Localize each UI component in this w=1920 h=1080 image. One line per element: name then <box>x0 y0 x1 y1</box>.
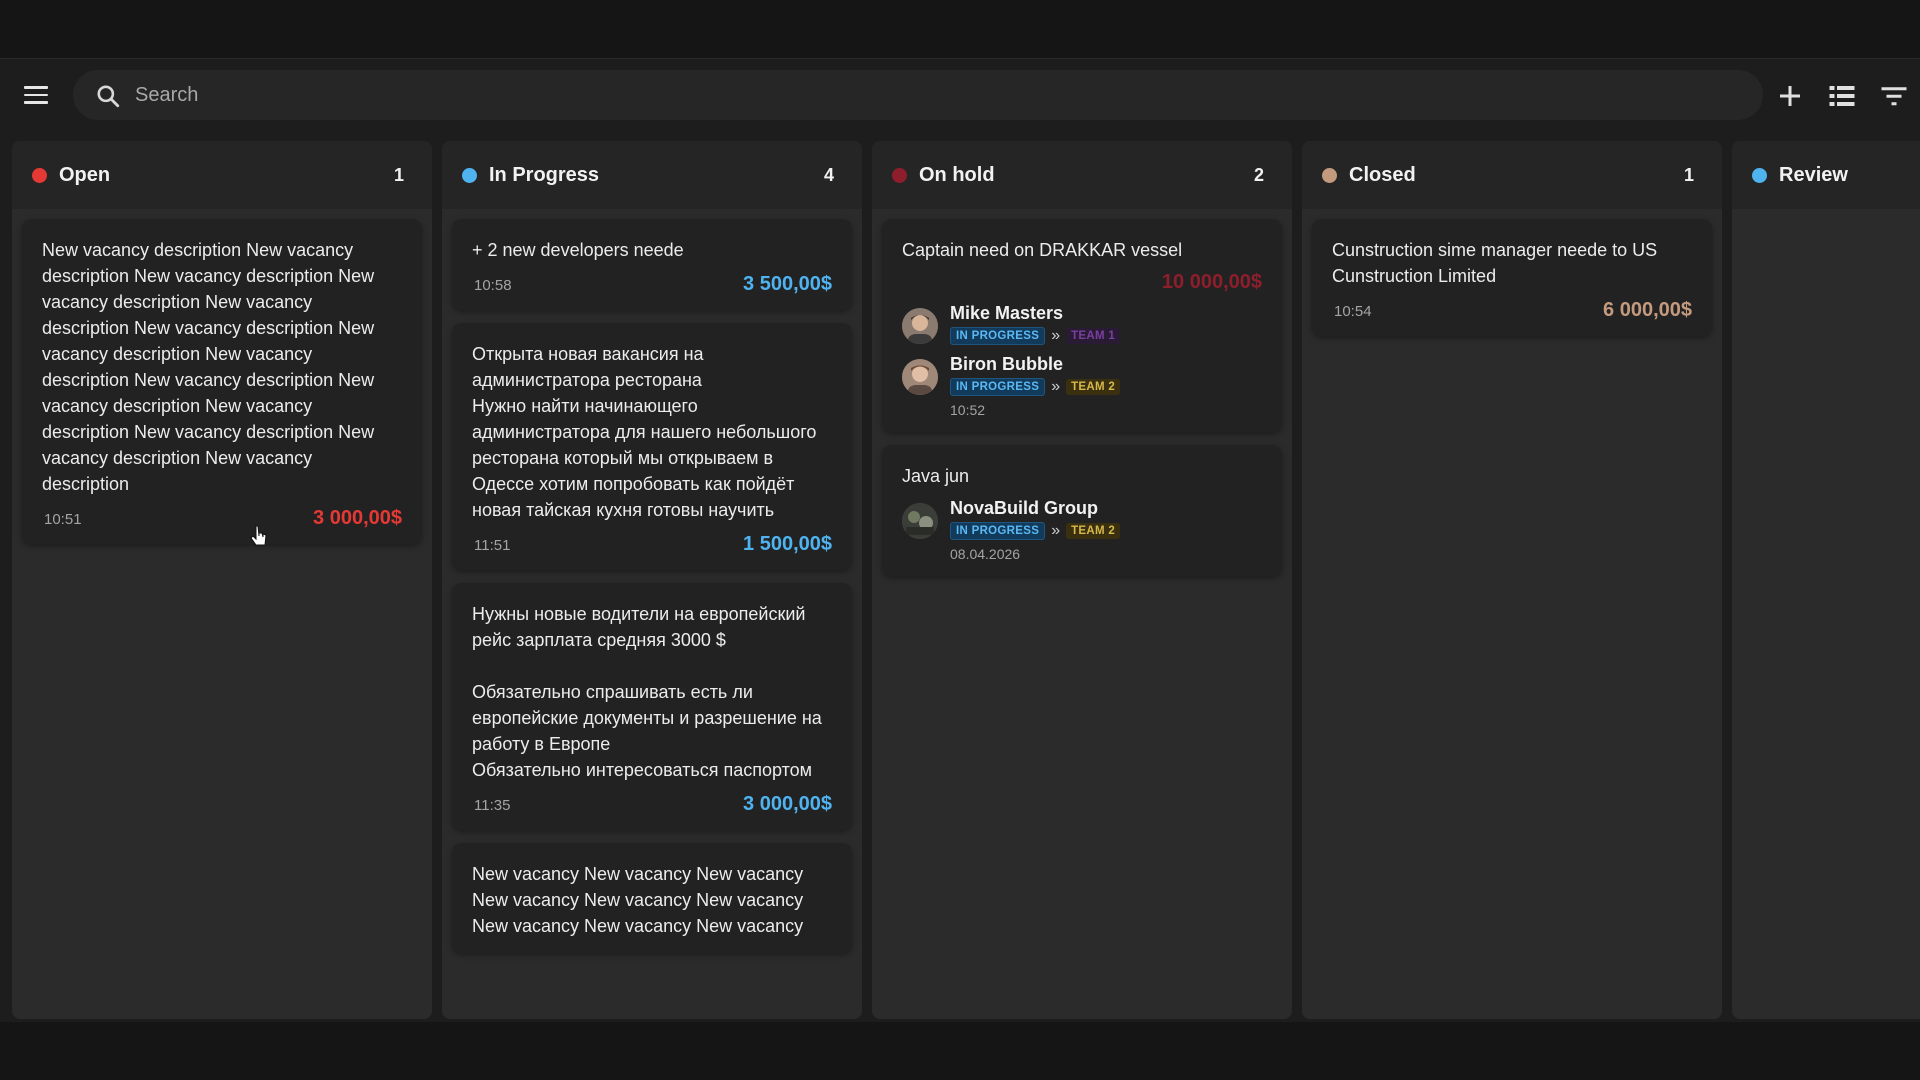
status-badge: IN PROGRESS <box>950 327 1046 345</box>
column-count: 1 <box>393 164 404 185</box>
filter-icon[interactable] <box>1879 81 1909 111</box>
status-badge: IN PROGRESS <box>950 378 1046 396</box>
team-badge: TEAM 2 <box>1066 523 1121 539</box>
column-title: Review <box>1779 163 1848 186</box>
status-badge: IN PROGRESS <box>950 522 1046 540</box>
assignee-name: Mike Masters <box>950 303 1064 323</box>
column-header[interactable]: In Progress 4 <box>442 141 862 209</box>
column-header[interactable]: Review <box>1732 141 1920 209</box>
card-text: Cunstruction sime manager neede to US Cu… <box>1332 240 1658 286</box>
card-time: 10:51 <box>44 511 82 528</box>
status-dot <box>32 167 47 183</box>
vacancy-card[interactable]: New vacancy description New vacancy desc… <box>22 219 422 544</box>
list-view-icon[interactable] <box>1827 81 1857 111</box>
vacancy-card[interactable]: Cunstruction sime manager neede to US Cu… <box>1312 219 1712 336</box>
card-text: New vacancy New vacancy New vacancy New … <box>472 864 804 936</box>
column-title: Closed <box>1349 163 1416 186</box>
column-review: Review <box>1732 141 1920 1019</box>
status-dot <box>462 167 477 183</box>
add-icon[interactable] <box>1775 81 1805 111</box>
column-count: 2 <box>1253 164 1264 185</box>
card-text: Captain need on DRAKKAR vessel <box>902 240 1183 260</box>
status-dot <box>892 167 907 183</box>
column-count: 1 <box>1683 164 1694 185</box>
card-text: + 2 new developers neede <box>472 240 684 260</box>
column-header[interactable]: On hold 2 <box>872 141 1292 209</box>
menu-icon[interactable] <box>18 77 54 113</box>
column-title: Open <box>59 163 111 186</box>
column-header[interactable]: Closed 1 <box>1302 141 1722 209</box>
column-in-progress: In Progress 4 + 2 new developers neede 1… <box>442 141 862 1019</box>
search-icon <box>97 85 120 108</box>
team-badge: TEAM 2 <box>1066 379 1121 395</box>
status-dot <box>1752 167 1767 183</box>
column-title: On hold <box>919 163 995 186</box>
assignee[interactable]: NovaBuild Group IN PROGRESS » TEAM 2 08.… <box>902 497 1262 562</box>
vacancy-card[interactable]: Открыта новая вакансия на администратора… <box>452 323 852 570</box>
avatar <box>902 359 938 395</box>
card-amount: 3 000,00$ <box>743 793 832 815</box>
avatar <box>902 308 938 344</box>
column-title: In Progress <box>489 163 600 186</box>
avatar <box>902 503 938 539</box>
column-open: Open 1 New vacancy description New vacan… <box>12 141 432 1019</box>
assignee-name: NovaBuild Group <box>950 498 1098 518</box>
card-amount: 10 000,00$ <box>1161 271 1262 293</box>
card-time: 10:58 <box>474 277 512 294</box>
search-bar <box>73 70 1763 120</box>
top-bar <box>0 59 1920 131</box>
assignee[interactable]: Biron Bubble IN PROGRESS » TEAM 2 10:52 <box>902 353 1262 418</box>
team-badge: TEAM 1 <box>1066 328 1121 344</box>
chevron-right-icon: » <box>1051 327 1061 344</box>
card-text: Нужны новые водители на европейский рейс… <box>472 604 822 780</box>
card-text: New vacancy description New vacancy desc… <box>42 240 375 494</box>
column-count: 4 <box>823 164 834 185</box>
search-input[interactable] <box>135 70 1735 120</box>
column-on-hold: On hold 2 Captain need on DRAKKAR vessel… <box>872 141 1292 1019</box>
vacancy-card[interactable]: Captain need on DRAKKAR vessel 10 000,00… <box>882 219 1282 432</box>
card-amount: 3 000,00$ <box>313 507 402 529</box>
vacancy-card[interactable]: Java jun NovaBuild Group IN PROGRESS » T… <box>882 445 1282 576</box>
chevron-right-icon: » <box>1051 522 1061 539</box>
card-time: 10:54 <box>1334 303 1372 320</box>
chevron-right-icon: » <box>1051 378 1061 395</box>
app-window: Open 1 New vacancy description New vacan… <box>0 58 1920 1022</box>
card-time: 11:35 <box>474 797 511 814</box>
card-time: 10:52 <box>950 402 986 418</box>
card-time: 11:51 <box>474 537 511 554</box>
card-date: 08.04.2026 <box>950 546 1021 562</box>
vacancy-card[interactable]: New vacancy New vacancy New vacancy New … <box>452 843 852 953</box>
assignee[interactable]: Mike Masters IN PROGRESS » TEAM 1 <box>902 302 1262 345</box>
column-header[interactable]: Open 1 <box>12 141 432 209</box>
card-text: Открыта новая вакансия на администратора… <box>472 344 817 520</box>
card-text: Java jun <box>902 466 970 486</box>
card-amount: 3 500,00$ <box>743 273 832 295</box>
kanban-board: Open 1 New vacancy description New vacan… <box>12 141 1920 1021</box>
card-amount: 6 000,00$ <box>1603 299 1692 321</box>
column-closed: Closed 1 Cunstruction sime manager neede… <box>1302 141 1722 1019</box>
vacancy-card[interactable]: + 2 new developers neede 10:58 3 500,00$ <box>452 219 852 310</box>
assignee-name: Biron Bubble <box>950 354 1063 374</box>
status-dot <box>1322 167 1337 183</box>
card-amount: 1 500,00$ <box>743 533 832 555</box>
vacancy-card[interactable]: Нужны новые водители на европейский рейс… <box>452 583 852 830</box>
